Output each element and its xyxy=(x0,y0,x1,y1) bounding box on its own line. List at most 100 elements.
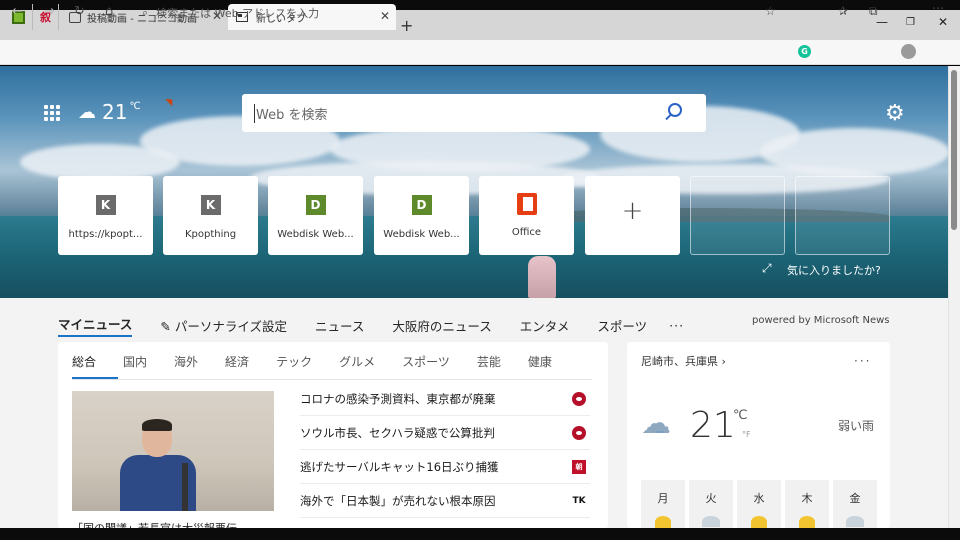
gear-icon[interactable]: ⚙ xyxy=(885,101,905,126)
forecast-day-label: 金 xyxy=(849,492,861,505)
expand-icon[interactable]: ⤢ xyxy=(762,261,772,276)
forward-button[interactable]: → xyxy=(44,4,55,19)
weather-location[interactable]: 尼崎市、兵庫県 › xyxy=(641,353,726,369)
address-placeholder: 検索または Web アドレスを入力 xyxy=(156,6,320,20)
weather-mini[interactable]: ☁ 21 ℃ xyxy=(78,100,141,124)
category-tab-tech[interactable]: テック xyxy=(276,353,312,370)
headline-text: 海外で「日本製」が売れない根本原因 xyxy=(300,493,496,508)
add-quick-link-button[interactable]: + xyxy=(585,176,680,255)
tile-label: Office xyxy=(511,227,542,238)
forecast-day[interactable]: 金 xyxy=(833,480,877,528)
forecast-day[interactable]: 木 xyxy=(785,480,829,528)
tile-label: Webdisk Web... xyxy=(277,229,354,240)
headline-item[interactable]: 逃げたサーバルキャット16日ぶり捕獲 朝 xyxy=(300,450,590,484)
search-icon: ⌕ xyxy=(142,5,149,19)
tile-letter-icon: D xyxy=(411,195,432,215)
category-tab-economy[interactable]: 経済 xyxy=(225,353,249,370)
weather-temperature: 21 xyxy=(690,405,736,446)
empty-tile-slot xyxy=(690,176,785,255)
bottom-bar xyxy=(0,528,960,540)
more-options-icon[interactable]: ··· xyxy=(854,354,871,368)
address-bar[interactable]: ⌕ 検索または Web アドレスを入力 xyxy=(132,2,786,23)
forecast-day-label: 月 xyxy=(657,492,669,505)
category-tab-overseas[interactable]: 海外 xyxy=(174,353,198,370)
weather-mini-unit: ℃ xyxy=(129,100,141,112)
headline-text: ソウル市長、セクハラ疑惑で公算批判 xyxy=(300,425,495,440)
forecast-day-label: 水 xyxy=(753,492,765,505)
unit-fahrenheit-toggle[interactable]: °F xyxy=(742,430,751,439)
category-tab-gourmet[interactable]: グルメ xyxy=(339,353,375,370)
news-nav-personalize[interactable]: ✎ パーソナライズ設定 xyxy=(160,316,287,335)
news-source-logo-icon xyxy=(572,425,586,440)
news-photo[interactable] xyxy=(72,391,274,511)
sun-icon xyxy=(751,516,767,528)
news-nav-news[interactable]: ニュース xyxy=(315,316,364,335)
toolbar xyxy=(0,40,960,65)
category-tab-entertainment[interactable]: 芸能 xyxy=(477,353,501,370)
scrollbar-thumb[interactable] xyxy=(951,70,957,230)
news-nav-more-icon[interactable]: ··· xyxy=(669,318,684,333)
news-nav-entertainment[interactable]: エンタメ xyxy=(520,316,570,335)
news-nav: マイニュース ✎ パーソナライズ設定 ニュース 大阪府のニュース エンタメ スポ… xyxy=(58,314,712,337)
tile-letter-icon: K xyxy=(200,195,221,215)
news-nav-sports[interactable]: スポーツ xyxy=(597,316,647,335)
cloud-icon xyxy=(846,516,864,527)
quick-link-tile-office[interactable]: Office xyxy=(479,176,574,255)
profile-avatar[interactable] xyxy=(901,44,916,59)
cloud-icon xyxy=(702,516,720,527)
more-menu-button[interactable]: ··· xyxy=(932,2,944,17)
headline-text: コロナの感染予測資料、東京都が廃棄 xyxy=(300,391,496,406)
forecast-day[interactable]: 火 xyxy=(689,480,733,528)
forecast-day-label: 木 xyxy=(801,492,813,505)
category-tab-health[interactable]: 健康 xyxy=(528,353,552,370)
apps-grid-icon[interactable] xyxy=(44,105,60,121)
weather-mini-temp: 21 xyxy=(102,100,128,124)
forecast-day[interactable]: 月 xyxy=(641,480,685,528)
news-nav-osaka[interactable]: 大阪府のニュース xyxy=(392,316,491,335)
news-source-logo-icon: 朝 xyxy=(572,459,586,474)
image-feedback-link[interactable]: 気に入りましたか? xyxy=(787,262,881,278)
collections-icon[interactable]: ⧉ xyxy=(869,4,878,19)
plus-icon: + xyxy=(621,196,644,226)
headline-item[interactable]: ソウル市長、セクハラ疑惑で公算批判 xyxy=(300,416,590,450)
tile-letter-icon: K xyxy=(95,195,116,215)
category-tab-sports[interactable]: スポーツ xyxy=(402,353,450,370)
close-window-button[interactable]: ✕ xyxy=(938,15,948,29)
headline-text: 逃げたサーバルキャット16日ぶり捕獲 xyxy=(300,459,499,474)
home-button[interactable]: ⌂ xyxy=(105,4,113,19)
sun-icon xyxy=(799,516,815,528)
reload-button[interactable]: ↻ xyxy=(74,4,85,19)
news-nav-my-news[interactable]: マイニュース xyxy=(58,314,133,337)
category-tab-general[interactable]: 総合 xyxy=(72,353,96,370)
unit-celsius-toggle[interactable]: ℃ xyxy=(733,408,748,423)
raindrops-icon: ᐧᐧᐧ xyxy=(656,428,664,439)
grammarly-extension-icon[interactable]: G xyxy=(798,45,811,58)
quick-link-tile[interactable]: K Kpopthing xyxy=(163,176,258,255)
empty-tile-slot xyxy=(795,176,890,255)
tile-label: Kpopthing xyxy=(184,229,237,240)
headline-item[interactable]: コロナの感染予測資料、東京都が廃棄 xyxy=(300,382,590,416)
powered-by-label: powered by Microsoft News xyxy=(752,315,890,326)
weather-condition: 弱い雨 xyxy=(838,419,875,433)
favorites-icon[interactable]: ✰ xyxy=(838,4,848,18)
category-tabs: 総合 国内 海外 経済 テック グルメ スポーツ 芸能 健康 xyxy=(72,353,579,370)
favorite-star-icon[interactable]: ☆ xyxy=(765,4,776,18)
headline-item[interactable]: 海外で「日本製」が売れない根本原因 TK xyxy=(300,484,590,518)
quick-link-tile[interactable]: D Webdisk Web... xyxy=(268,176,363,255)
tile-label: Webdisk Web... xyxy=(383,229,460,240)
forecast-day[interactable]: 水 xyxy=(737,480,781,528)
sun-icon xyxy=(655,516,671,528)
back-button[interactable]: ← xyxy=(12,4,23,19)
quick-link-tile[interactable]: D Webdisk Web... xyxy=(374,176,469,255)
news-source-logo-icon: TK xyxy=(572,495,586,506)
search-icon[interactable] xyxy=(668,103,682,117)
browser-window: 叙 投稿動画 - ニコニコ動画 ✕ 新しいタブ ✕ + — ❐ ✕ ← → ↻ … xyxy=(0,0,960,540)
quick-link-tile[interactable]: K https://kpopt... xyxy=(58,176,153,255)
tile-letter-icon: D xyxy=(305,195,326,215)
tile-label: https://kpopt... xyxy=(68,229,143,240)
web-search-box[interactable]: Web を検索 xyxy=(242,94,706,132)
divider xyxy=(72,379,592,380)
category-tab-domestic[interactable]: 国内 xyxy=(123,353,147,370)
search-placeholder: Web を検索 xyxy=(254,103,327,123)
maximize-button[interactable]: ❐ xyxy=(906,17,915,28)
